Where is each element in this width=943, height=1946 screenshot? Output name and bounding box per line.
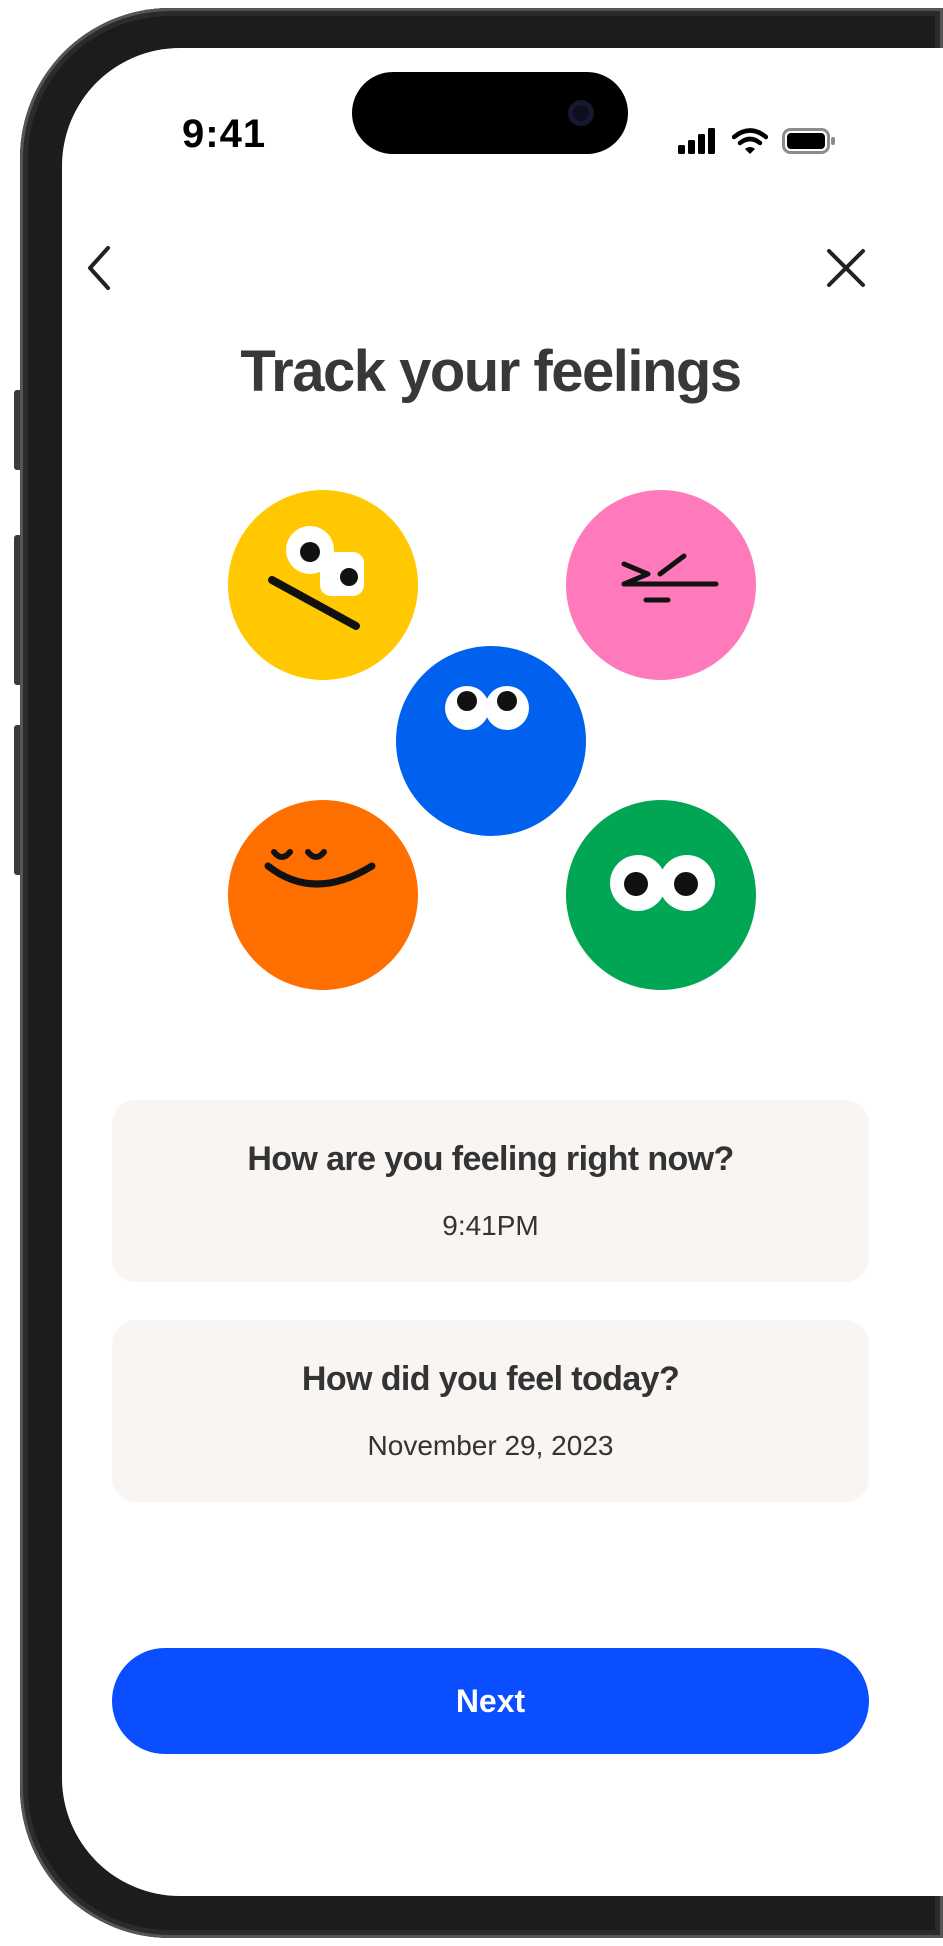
signal-icon	[678, 128, 715, 154]
card-title: How are you feeling right now?	[247, 1140, 734, 1178]
chevron-left-icon	[88, 246, 110, 290]
blue-face	[396, 646, 586, 836]
skeptical-face-icon	[268, 526, 364, 630]
close-button[interactable]	[818, 240, 874, 296]
content-face-icon	[264, 849, 376, 888]
status-icons	[678, 126, 836, 156]
wifi-icon	[732, 128, 768, 154]
app-screen: 9:41 Track your feelings How are you fee…	[62, 48, 943, 1896]
surprised-face-icon	[445, 686, 529, 730]
green-face	[566, 800, 756, 990]
battery-icon	[782, 128, 835, 154]
dynamic-island	[352, 72, 628, 154]
card-time: 9:41PM	[442, 1210, 539, 1241]
card-date: November 29, 2023	[367, 1430, 614, 1461]
feeling-today-card[interactable]: How did you feel today? November 29, 202…	[112, 1320, 869, 1502]
status-time: 9:41	[182, 112, 267, 156]
card-title: How did you feel today?	[301, 1360, 680, 1398]
wide-eyed-face-icon	[610, 855, 715, 911]
close-icon	[827, 249, 865, 287]
phone-device: 9:41 Track your feelings How are you fee…	[0, 0, 943, 1946]
next-button[interactable]: Next	[112, 1648, 869, 1754]
orange-face	[228, 800, 418, 990]
feeling-now-card[interactable]: How are you feeling right now? 9:41PM	[112, 1100, 869, 1282]
annoyed-face-icon	[621, 553, 719, 603]
camera-icon	[568, 100, 594, 126]
back-button[interactable]	[72, 240, 128, 296]
yellow-face	[228, 490, 418, 680]
pink-face	[566, 490, 756, 680]
page-title: Track your feelings	[240, 339, 742, 404]
